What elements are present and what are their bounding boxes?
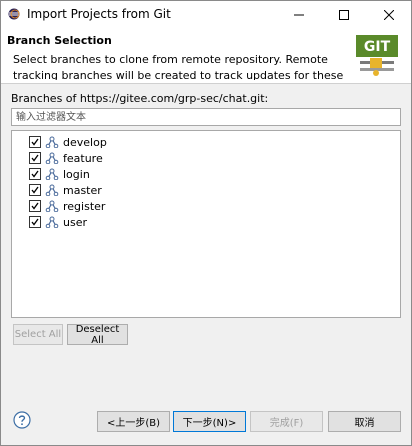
finish-button[interactable]: 完成(F): [250, 411, 323, 432]
back-button[interactable]: <上一步(B): [97, 411, 170, 432]
git-branch-icon: [45, 136, 59, 148]
branch-checkbox[interactable]: [29, 168, 41, 180]
close-icon: [384, 9, 394, 20]
checkmark-icon: [31, 218, 39, 226]
list-item-master[interactable]: master: [29, 182, 102, 198]
checkmark-icon: [31, 170, 39, 178]
help-icon[interactable]: [13, 411, 31, 429]
next-button[interactable]: 下一步(N)>: [173, 411, 246, 432]
page-title: Branch Selection: [7, 34, 112, 47]
select-all-button[interactable]: Select All: [13, 324, 63, 345]
page-description: Select branches to clone from remote rep…: [13, 53, 344, 80]
title-bar[interactable]: Import Projects from Git: [1, 1, 411, 28]
close-button[interactable]: [367, 1, 411, 28]
git-logo-text: GIT: [364, 39, 391, 55]
branch-checkbox[interactable]: [29, 152, 41, 164]
branch-name: feature: [63, 151, 103, 165]
branch-name: master: [63, 183, 102, 197]
branch-name: login: [63, 167, 90, 181]
list-item-develop[interactable]: develop: [29, 134, 107, 150]
checkmark-icon: [31, 154, 39, 162]
branch-name: develop: [63, 135, 107, 149]
list-item-user[interactable]: user: [29, 214, 87, 230]
list-item-login[interactable]: login: [29, 166, 90, 182]
window-title: Import Projects from Git: [27, 7, 171, 21]
git-branch-icon: [45, 152, 59, 164]
checkmark-icon: [31, 202, 39, 210]
wizard-banner: Branch Selection Select branches to clon…: [1, 28, 411, 84]
branch-list[interactable]: develop feature login master register us…: [11, 130, 401, 318]
eclipse-icon: [8, 8, 20, 20]
maximize-button[interactable]: [322, 1, 366, 28]
checkmark-icon: [31, 186, 39, 194]
list-item-register[interactable]: register: [29, 198, 105, 214]
branch-name: user: [63, 215, 87, 229]
branch-checkbox[interactable]: [29, 200, 41, 212]
deselect-all-button[interactable]: Deselect All: [67, 324, 128, 346]
cancel-button[interactable]: 取消: [328, 411, 401, 432]
branch-checkbox[interactable]: [29, 216, 41, 228]
branch-name: register: [63, 199, 106, 213]
branch-checkbox[interactable]: [29, 136, 41, 148]
branch-checkbox[interactable]: [29, 184, 41, 196]
maximize-icon: [339, 9, 349, 20]
git-branch-icon: [45, 184, 59, 196]
branch-filter-input[interactable]: [11, 108, 401, 126]
checkmark-icon: [31, 138, 39, 146]
git-branch-icon: [45, 200, 59, 212]
branches-label: Branches of https://gitee.com/grp-sec/ch…: [11, 92, 269, 105]
import-projects-dialog: Import Projects from Git Branch Selectio…: [0, 0, 412, 446]
minimize-icon: [294, 14, 304, 15]
git-branch-icon: [45, 168, 59, 180]
git-branch-icon: [45, 216, 59, 228]
git-logo-icon: GIT: [354, 33, 400, 77]
list-item-feature[interactable]: feature: [29, 150, 103, 166]
minimize-button[interactable]: [277, 1, 321, 28]
